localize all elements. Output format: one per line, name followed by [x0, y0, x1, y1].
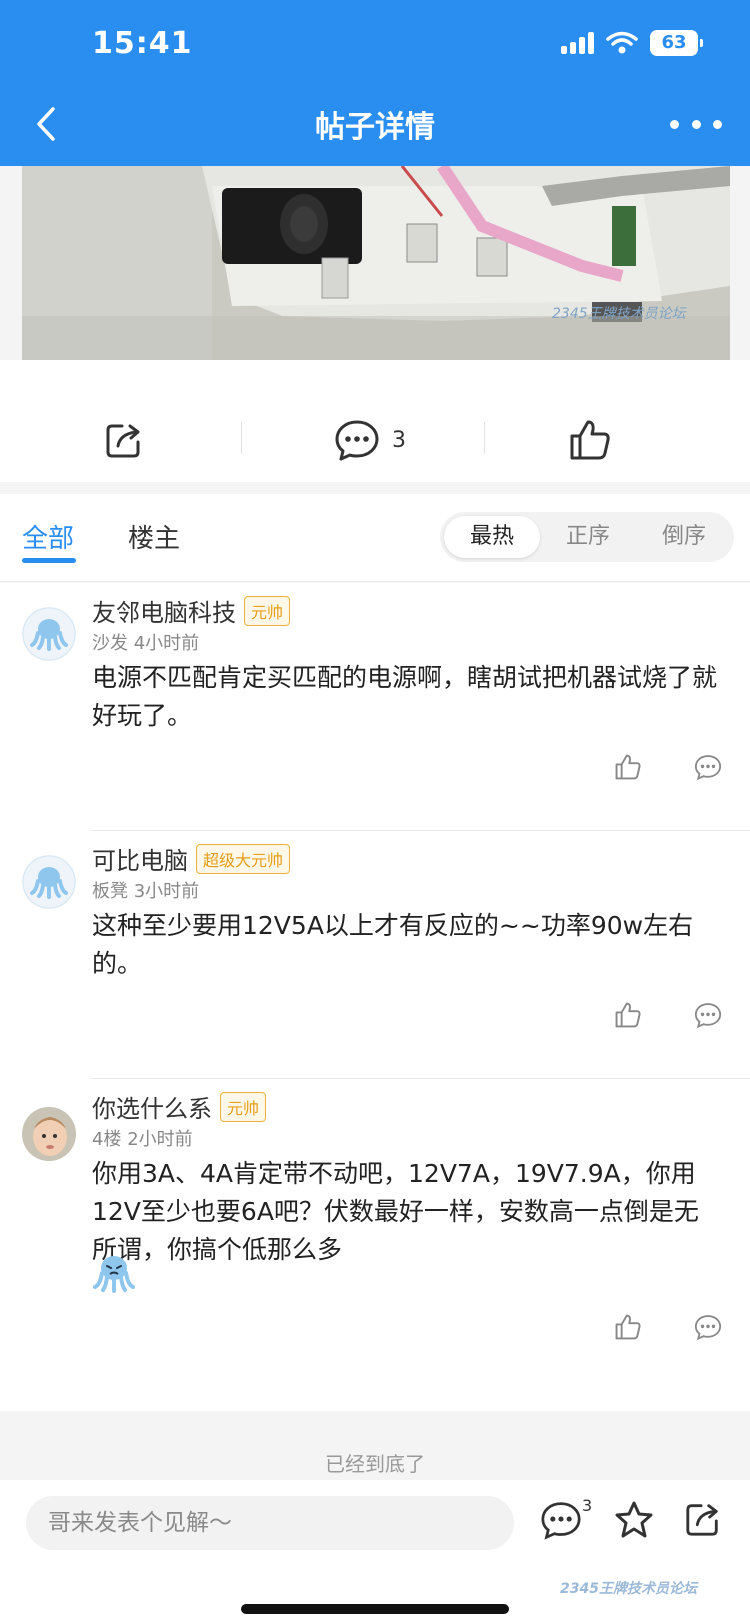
baby-avatar-icon — [22, 1107, 76, 1161]
comment-username[interactable]: 可比电脑 超级大元帅 — [92, 841, 291, 876]
comment-bubble-icon — [335, 420, 379, 461]
octopus-avatar-icon — [22, 855, 76, 909]
comment-bubble-icon — [694, 1003, 722, 1029]
share-icon — [106, 424, 140, 458]
floor-label: 沙发 — [92, 633, 128, 654]
comment-reply-button[interactable] — [694, 753, 722, 785]
active-tab-indicator — [22, 558, 76, 563]
thumbs-up-icon — [615, 1314, 641, 1340]
username-text[interactable]: 你选什么系 — [92, 1095, 212, 1123]
divider — [484, 422, 485, 454]
tab-op[interactable]: 楼主 — [128, 518, 180, 555]
battery-icon: 63 — [650, 30, 703, 56]
share-button[interactable] — [104, 416, 144, 464]
comment-text: 这种至少要用12V5A以上才有反应的~~功率90w左右的。 — [92, 911, 694, 978]
avatar[interactable] — [22, 607, 76, 661]
sort-switch: 最热 正序 倒序 — [440, 512, 734, 562]
thumbs-up-icon — [615, 754, 641, 780]
avatar[interactable] — [22, 1107, 76, 1161]
floor-label: 板凳 — [92, 881, 128, 902]
comment-meta: 4楼 2小时前 — [92, 1125, 193, 1151]
comment-text: 电源不匹配肯定买匹配的电源啊，瞎胡试把机器试烧了就好玩了。 — [92, 663, 718, 730]
comment-meta: 沙发 4小时前 — [92, 629, 199, 655]
divider — [241, 422, 242, 454]
comment-meta: 板凳 3小时前 — [92, 877, 199, 903]
status-icons: 63 — [561, 30, 703, 56]
comment-count: 3 — [392, 427, 406, 453]
more-dot-icon — [670, 119, 679, 129]
comment-bubble-icon — [541, 1502, 581, 1540]
comment-like-button[interactable] — [614, 1313, 642, 1345]
like-button[interactable] — [568, 416, 612, 464]
tab-all[interactable]: 全部 — [22, 518, 74, 555]
post-image[interactable]: 2345王牌技术员论坛 — [22, 166, 730, 360]
site-watermark: 2345王牌技术员论坛 — [560, 1581, 697, 1597]
sort-descending[interactable]: 倒序 — [636, 516, 732, 558]
rank-badge: 元帅 — [244, 596, 291, 626]
sort-ascending[interactable]: 正序 — [540, 516, 636, 558]
favorite-button[interactable] — [614, 1500, 654, 1544]
comment-text: 你用3A、4A肯定带不动吧，12V7A，19V7.9A，你用12V至少也要6A吧… — [92, 1159, 699, 1264]
more-button[interactable] — [670, 108, 722, 140]
comment-item: 你选什么系 元帅 4楼 2小时前 你用3A、4A肯定带不动吧，12V7A，19V7… — [0, 1079, 750, 1411]
share-icon — [686, 1504, 718, 1536]
comment-reply-button[interactable] — [694, 1313, 722, 1345]
username-text[interactable]: 友邻电脑科技 — [92, 599, 236, 627]
comment-item: 友邻电脑科技 元帅 沙发 4小时前 电源不匹配肯定买匹配的电源啊，瞎胡试把机器试烧… — [0, 583, 750, 831]
home-indicator — [241, 1604, 509, 1614]
post-action-bar: 3 — [0, 360, 750, 482]
thumbs-up-icon — [570, 420, 610, 460]
status-time: 15:41 — [92, 26, 193, 61]
comment-item: 可比电脑 超级大元帅 板凳 3小时前 这种至少要用12V5A以上才有反应的~~功率… — [0, 831, 750, 1079]
comment-like-button[interactable] — [614, 753, 642, 785]
emoji-sticker — [92, 1253, 136, 1297]
bottom-share-button[interactable] — [684, 1500, 722, 1542]
comment-username[interactable]: 你选什么系 元帅 — [92, 1089, 267, 1124]
comment-input[interactable] — [26, 1496, 514, 1550]
comment-bubble-icon — [694, 755, 722, 781]
comment-reply-button[interactable] — [694, 1001, 722, 1033]
bottom-comment-count: 3 — [582, 1496, 593, 1515]
star-icon — [615, 1501, 653, 1538]
comment-username[interactable]: 友邻电脑科技 元帅 — [92, 593, 291, 628]
signal-icon — [561, 32, 594, 54]
bottom-comments-button[interactable] — [540, 1500, 582, 1544]
sort-hot[interactable]: 最热 — [444, 516, 540, 558]
comment-tabs-bar: 全部 楼主 最热 正序 倒序 — [0, 494, 750, 582]
floor-label: 4楼 — [92, 1129, 122, 1150]
end-of-list-text: 已经到底了 — [325, 1452, 425, 1476]
octopus-avatar-icon — [22, 607, 76, 661]
comment-like-button[interactable] — [614, 1001, 642, 1033]
more-dot-icon — [691, 119, 701, 129]
comment-bubble-icon — [694, 1315, 722, 1341]
bottom-comment-bar: 3 2345王牌技术员论坛 — [0, 1480, 750, 1622]
comment-time: 3小时前 — [133, 881, 200, 902]
page-title: 帖子详情 — [315, 110, 435, 145]
top-header: 15:41 63 帖子详情 — [0, 0, 750, 166]
thumbs-up-icon — [615, 1002, 641, 1028]
post-photo: 2345王牌技术员论坛 — [22, 166, 730, 360]
username-text[interactable]: 可比电脑 — [92, 847, 188, 875]
comment-time: 2小时前 — [127, 1129, 193, 1150]
crying-octopus-icon — [93, 1256, 135, 1293]
rank-badge: 超级大元帅 — [196, 844, 291, 874]
rank-badge: 元帅 — [220, 1092, 267, 1122]
more-dot-icon — [713, 119, 722, 129]
comment-time: 4小时前 — [133, 633, 200, 654]
wifi-icon — [606, 31, 638, 54]
comment-button[interactable]: 3 — [334, 416, 406, 464]
image-watermark: 2345王牌技术员论坛 — [552, 306, 688, 322]
avatar[interactable] — [22, 855, 76, 909]
